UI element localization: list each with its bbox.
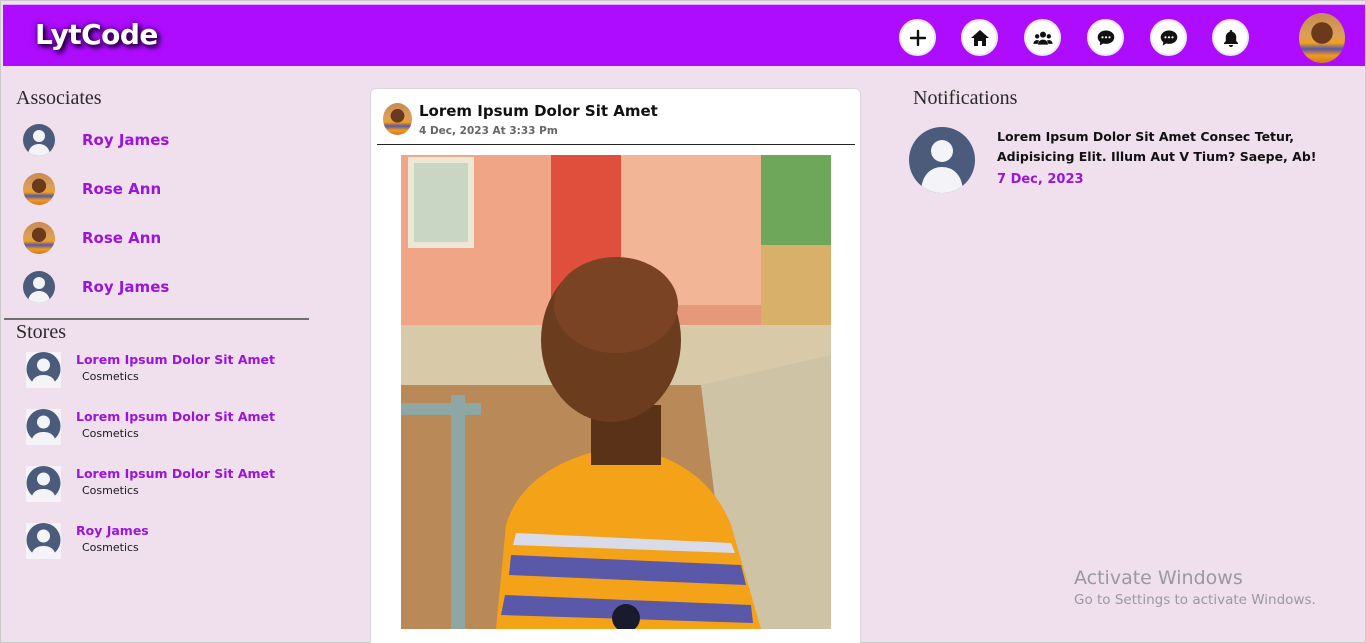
store-avatar-icon	[26, 466, 61, 502]
associate-name: Rose Ann	[82, 180, 162, 198]
store-category: Cosmetics	[82, 427, 139, 440]
associate-item[interactable]: Rose Ann	[23, 221, 303, 255]
user-profile-avatar[interactable]	[1299, 13, 1345, 63]
notifications-button[interactable]	[1212, 19, 1249, 56]
notifications-heading: Notifications	[913, 87, 1018, 109]
store-avatar-icon	[26, 409, 61, 445]
notification-message[interactable]: Lorem Ipsum Dolor Sit Amet Consec Tetur,…	[997, 127, 1357, 167]
home-button[interactable]	[961, 19, 998, 56]
post-timestamp: 4 Dec, 2023 At 3:33 Pm	[419, 125, 558, 137]
associate-item[interactable]: Roy James	[23, 270, 303, 304]
associate-item[interactable]: Rose Ann	[23, 172, 303, 206]
associate-name: Roy James	[82, 278, 170, 296]
store-category: Cosmetics	[82, 370, 139, 383]
post-card: Lorem Ipsum Dolor Sit Amet 4 Dec, 2023 A…	[370, 88, 861, 643]
store-category: Cosmetics	[82, 541, 139, 554]
windows-activation-subtitle: Go to Settings to activate Windows.	[1074, 592, 1316, 608]
users-icon	[1032, 31, 1053, 45]
messages-button[interactable]	[1087, 19, 1124, 56]
app-logo[interactable]: LytCode	[35, 18, 158, 51]
windows-activation-title: Activate Windows	[1074, 567, 1243, 589]
top-navbar: LytCode	[3, 4, 1365, 66]
photo-avatar	[23, 173, 55, 205]
post-author-avatar[interactable]	[383, 103, 412, 135]
store-avatar-icon	[26, 523, 61, 559]
create-post-button[interactable]	[899, 19, 936, 56]
chat-icon	[1160, 30, 1177, 45]
store-name: Roy James	[76, 523, 149, 538]
photo-avatar	[23, 222, 55, 254]
default-avatar-icon	[23, 124, 55, 156]
store-avatar-icon	[26, 352, 61, 388]
store-name: Lorem Ipsum Dolor Sit Amet	[76, 352, 276, 367]
default-avatar-icon	[23, 271, 55, 303]
bell-icon	[1223, 29, 1238, 47]
stores-heading: Stores	[16, 321, 66, 343]
associate-name: Roy James	[82, 131, 170, 149]
post-title: Lorem Ipsum Dolor Sit Amet	[419, 102, 658, 120]
store-item[interactable]: Roy James Cosmetics	[26, 523, 306, 563]
plus-icon	[909, 29, 926, 46]
section-divider	[4, 318, 309, 320]
store-item[interactable]: Lorem Ipsum Dolor Sit Amet Cosmetics	[26, 409, 306, 449]
store-name: Lorem Ipsum Dolor Sit Amet	[76, 466, 276, 481]
store-category: Cosmetics	[82, 484, 139, 497]
associate-item[interactable]: Roy James	[23, 123, 303, 157]
chat-button[interactable]	[1150, 19, 1187, 56]
store-item[interactable]: Lorem Ipsum Dolor Sit Amet Cosmetics	[26, 352, 306, 392]
associate-name: Rose Ann	[82, 229, 162, 247]
store-item[interactable]: Lorem Ipsum Dolor Sit Amet Cosmetics	[26, 466, 306, 506]
notification-avatar-icon	[909, 127, 975, 193]
notification-date: 7 Dec, 2023	[997, 172, 1084, 187]
post-photo[interactable]	[401, 155, 831, 629]
chat-icon	[1097, 30, 1114, 45]
associates-heading: Associates	[16, 87, 102, 109]
post-divider	[377, 144, 855, 145]
friends-button[interactable]	[1024, 19, 1061, 56]
store-name: Lorem Ipsum Dolor Sit Amet	[76, 409, 276, 424]
home-icon	[970, 29, 989, 46]
